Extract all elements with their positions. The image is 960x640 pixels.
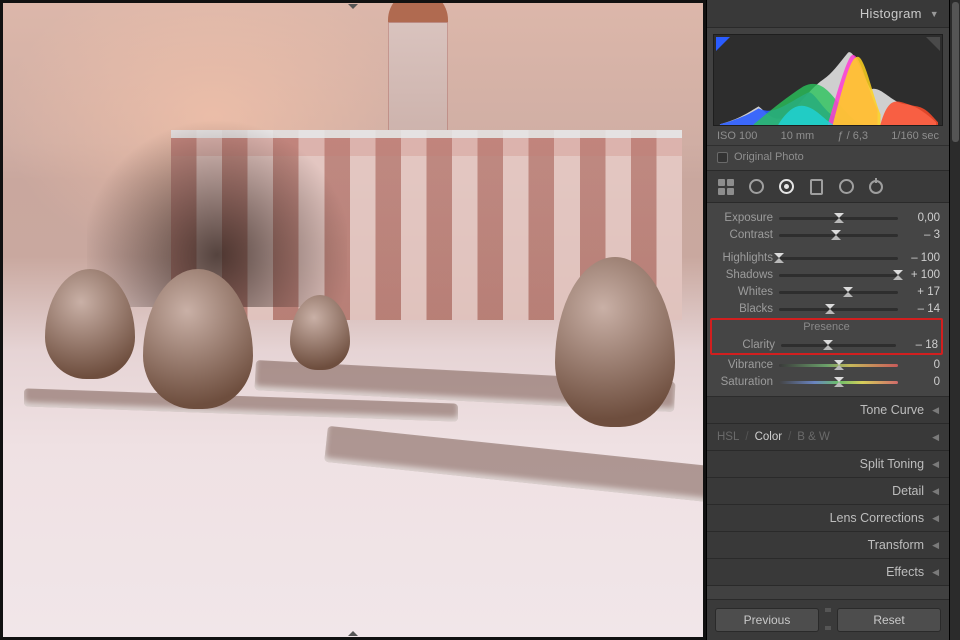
exposure-slider[interactable] — [779, 211, 898, 225]
collapse-icon: ◀ — [932, 432, 939, 443]
hsl-tab-bw[interactable]: B & W — [797, 431, 830, 443]
original-photo-label: Original Photo — [734, 151, 804, 163]
collapse-icon: ◀ — [932, 540, 939, 551]
local-tools-row — [707, 171, 949, 203]
panel-scrollbar[interactable] — [949, 0, 960, 640]
frame-notch-bottom — [348, 631, 358, 636]
highlights-slider[interactable] — [779, 251, 898, 265]
highlights-label: Highlights — [713, 252, 773, 264]
button-sep — [825, 608, 831, 630]
radial-filter-tool[interactable] — [837, 178, 855, 196]
exposure-label: Exposure — [713, 212, 773, 224]
exif-focal: 10 mm — [781, 130, 815, 142]
basic-sliders: Exposure 0,00 Contrast – 3 Highlights – … — [707, 203, 949, 397]
redeye-tool[interactable] — [777, 178, 795, 196]
tone-curve-label: Tone Curve — [860, 403, 924, 417]
histogram-svg — [714, 35, 942, 126]
exposure-value[interactable]: 0,00 — [904, 212, 940, 224]
contrast-label: Contrast — [713, 229, 773, 241]
hsl-tab-color[interactable]: Color — [755, 431, 782, 443]
reset-button[interactable]: Reset — [837, 608, 941, 632]
split-toning-label: Split Toning — [860, 457, 924, 471]
spot-tool[interactable] — [747, 178, 765, 196]
blacks-row: Blacks – 14 — [713, 300, 940, 317]
clarity-slider[interactable] — [781, 338, 896, 352]
saturation-slider[interactable] — [779, 375, 898, 389]
highlights-value[interactable]: – 100 — [904, 252, 940, 264]
shadows-slider[interactable] — [779, 268, 898, 282]
closed-panels: Tone Curve ◀ HSL/ Color/ B & W ◀ Split T… — [707, 397, 949, 586]
collapse-icon — [930, 9, 939, 19]
whites-slider[interactable] — [779, 285, 898, 299]
whites-label: Whites — [713, 286, 773, 298]
effects-label: Effects — [886, 565, 924, 579]
original-photo-row[interactable]: Original Photo — [707, 146, 949, 171]
transform-panel[interactable]: Transform ◀ — [707, 532, 949, 559]
saturation-value[interactable]: 0 — [904, 376, 940, 388]
develop-panel: Histogram ISO 100 10 mm ƒ / 6, — [706, 0, 949, 640]
hsl-tabs: HSL/ Color/ B & W — [717, 431, 830, 443]
exif-shutter: 1/160 sec — [891, 130, 939, 142]
lens-label: Lens Corrections — [830, 511, 925, 525]
frame-notch-top — [348, 4, 358, 9]
effects-panel[interactable]: Effects ◀ — [707, 559, 949, 586]
exif-aperture: ƒ / 6,3 — [837, 130, 868, 142]
contrast-value[interactable]: – 3 — [904, 229, 940, 241]
histogram-header[interactable]: Histogram — [707, 0, 949, 28]
exposure-row: Exposure 0,00 — [713, 209, 940, 226]
tone-curve-panel[interactable]: Tone Curve ◀ — [707, 397, 949, 424]
brush-tool[interactable] — [867, 178, 885, 196]
saturation-row: Saturation 0 — [713, 373, 940, 390]
presence-highlight: Presence Clarity – 18 — [710, 318, 943, 355]
collapse-icon: ◀ — [932, 513, 939, 524]
crop-tool[interactable] — [717, 178, 735, 196]
shadows-label: Shadows — [713, 269, 773, 281]
scrollbar-thumb[interactable] — [952, 2, 959, 142]
transform-label: Transform — [868, 538, 925, 552]
saturation-label: Saturation — [713, 376, 773, 388]
detail-label: Detail — [892, 484, 924, 498]
detail-panel[interactable]: Detail ◀ — [707, 478, 949, 505]
vibrance-value[interactable]: 0 — [904, 359, 940, 371]
vibrance-row: Vibrance 0 — [713, 356, 940, 373]
clarity-row: Clarity – 18 — [715, 336, 938, 353]
histogram-title: Histogram — [860, 6, 922, 21]
blacks-value[interactable]: – 14 — [904, 303, 940, 315]
highlights-row: Highlights – 100 — [713, 249, 940, 266]
exif-iso: ISO 100 — [717, 130, 757, 142]
collapse-icon: ◀ — [932, 486, 939, 497]
image-preview[interactable] — [3, 3, 703, 637]
clarity-value[interactable]: – 18 — [902, 339, 938, 351]
collapse-icon: ◀ — [932, 459, 939, 470]
collapse-icon: ◀ — [932, 405, 939, 416]
grad-filter-tool[interactable] — [807, 178, 825, 196]
blacks-label: Blacks — [713, 303, 773, 315]
histogram[interactable] — [713, 34, 943, 126]
original-photo-checkbox[interactable] — [717, 152, 728, 163]
whites-value[interactable]: + 17 — [904, 286, 940, 298]
collapse-icon: ◀ — [932, 567, 939, 578]
footer-buttons: Previous Reset — [707, 599, 949, 640]
previous-button[interactable]: Previous — [715, 608, 819, 632]
vibrance-label: Vibrance — [713, 359, 773, 371]
shadows-row: Shadows + 100 — [713, 266, 940, 283]
contrast-slider[interactable] — [779, 228, 898, 242]
hsl-tab-hsl[interactable]: HSL — [717, 431, 739, 443]
shadows-value[interactable]: + 100 — [904, 269, 940, 281]
blacks-slider[interactable] — [779, 302, 898, 316]
hsl-panel[interactable]: HSL/ Color/ B & W ◀ — [707, 424, 949, 451]
split-toning-panel[interactable]: Split Toning ◀ — [707, 451, 949, 478]
clarity-label: Clarity — [715, 339, 775, 351]
whites-row: Whites + 17 — [713, 283, 940, 300]
lens-panel[interactable]: Lens Corrections ◀ — [707, 505, 949, 532]
exif-row: ISO 100 10 mm ƒ / 6,3 1/160 sec — [707, 126, 949, 146]
contrast-row: Contrast – 3 — [713, 226, 940, 243]
vibrance-slider[interactable] — [779, 358, 898, 372]
photo-tree — [87, 47, 347, 307]
presence-title: Presence — [715, 318, 938, 336]
